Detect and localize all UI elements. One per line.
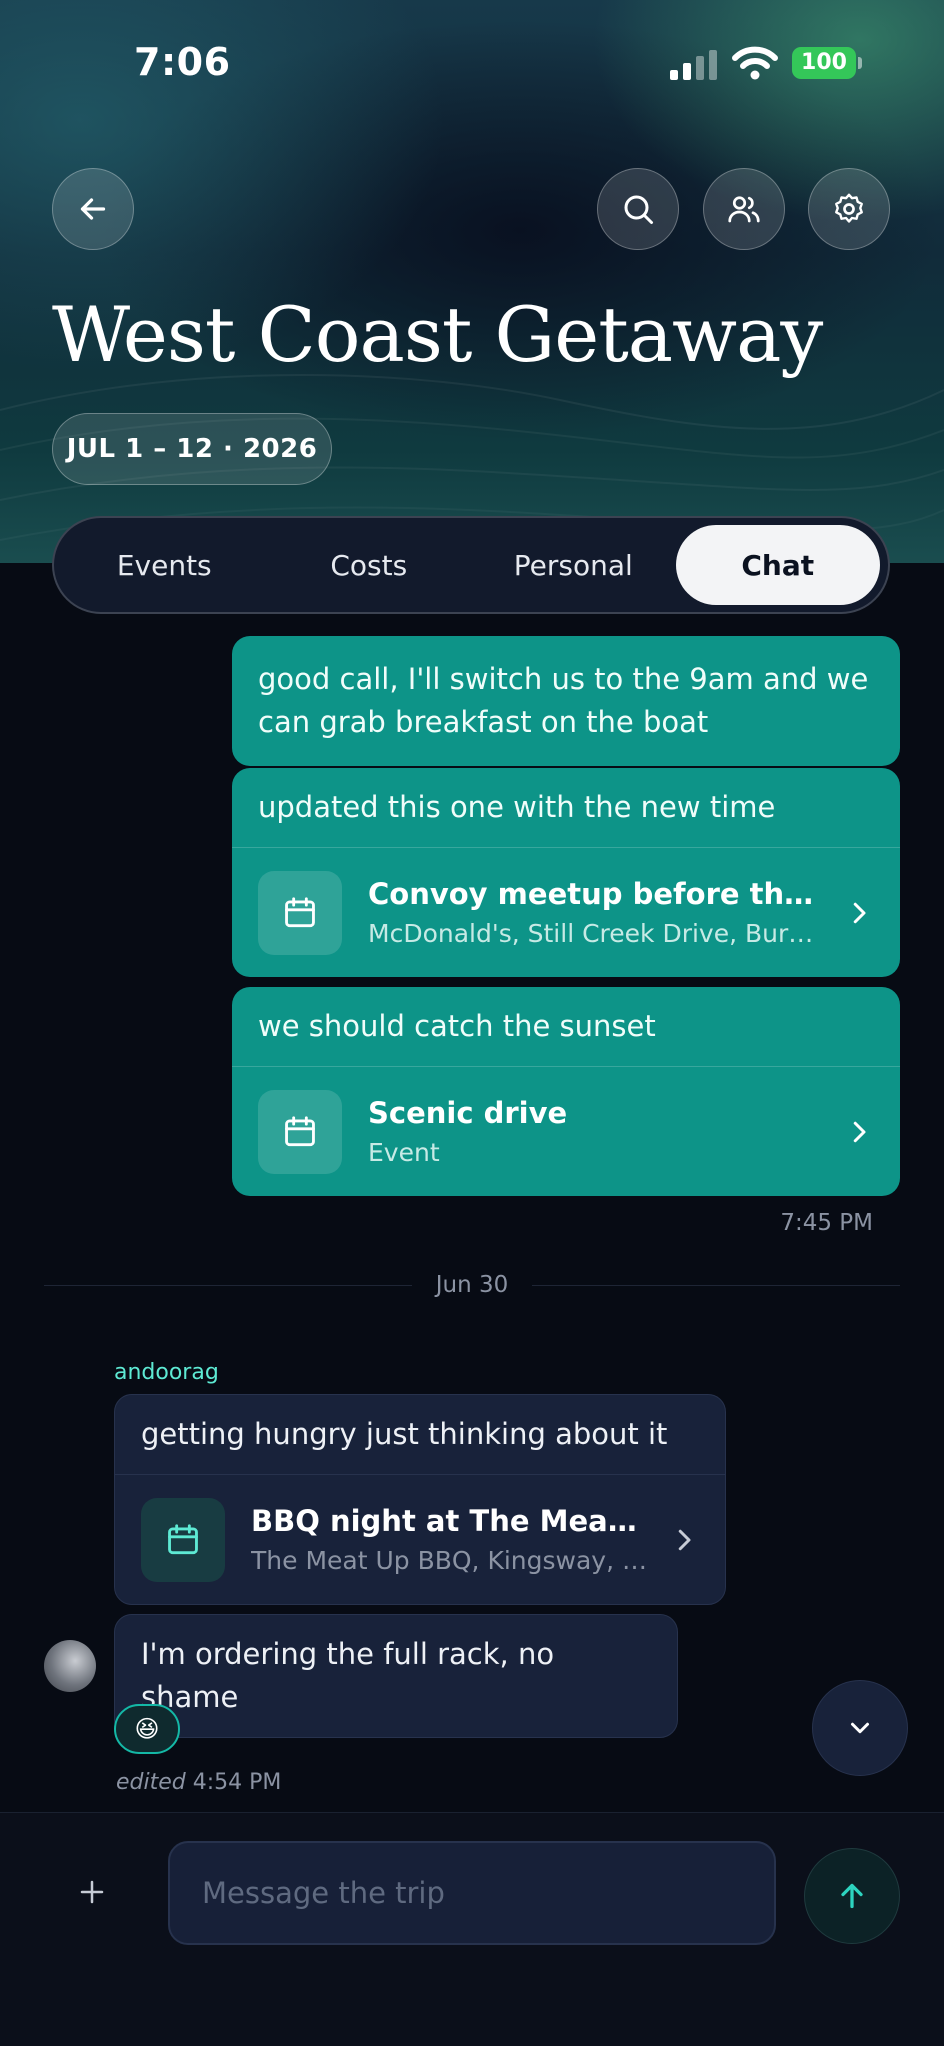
battery-cap	[858, 57, 862, 69]
calendar-icon	[285, 896, 315, 927]
settings-icon	[835, 193, 863, 223]
event-card-title: Scenic drive	[368, 1096, 568, 1130]
calendar-icon-tile	[258, 1089, 342, 1174]
cellular-signal-icon	[670, 50, 717, 80]
date-separator: Jun 30	[44, 1270, 901, 1300]
event-card[interactable]: BBQ night at The Meat … The Meat Up BBQ,…	[115, 1474, 725, 1604]
calendar-icon	[168, 1523, 198, 1554]
status-bar: 7:06 100	[0, 0, 944, 130]
sender-name: andoorag	[114, 1360, 219, 1385]
wifi-icon	[732, 46, 778, 80]
message-timestamp: 7:45 PM	[780, 1210, 873, 1236]
send-button[interactable]	[804, 1848, 900, 1944]
users-icon	[728, 196, 760, 223]
trip-tabs: Events Costs Personal Chat	[52, 516, 890, 614]
outgoing-message[interactable]: good call, I'll switch us to the 9am and…	[232, 636, 900, 766]
message-text: I'm ordering the full rack, no shame	[141, 1637, 555, 1714]
event-card-title: Convoy meetup before the …	[368, 877, 824, 911]
outgoing-message[interactable]: updated this one with the new time Convo…	[232, 768, 900, 977]
search-button[interactable]	[597, 168, 679, 250]
date-separator-label: Jun 30	[435, 1272, 509, 1298]
event-card[interactable]: Convoy meetup before the … McDonald's, S…	[232, 847, 900, 977]
chevron-right-icon	[678, 1529, 691, 1550]
scroll-to-bottom-button[interactable]	[812, 1680, 908, 1776]
message-text: getting hungry just thinking about it	[141, 1417, 668, 1451]
search-icon	[624, 195, 653, 224]
event-card[interactable]: Scenic drive Event	[232, 1066, 900, 1196]
message-text: we should catch the sunset	[258, 1009, 656, 1043]
settings-button[interactable]	[808, 168, 890, 250]
trip-title: West Coast Getaway	[52, 290, 823, 379]
status-time: 7:06	[134, 40, 231, 84]
chevron-right-icon	[853, 902, 866, 923]
plus-icon	[80, 1880, 104, 1904]
event-card-subtitle: Event	[368, 1138, 440, 1167]
event-card-subtitle: McDonald's, Still Creek Drive, Bur…	[368, 919, 814, 948]
avatar[interactable]	[44, 1640, 96, 1692]
tab-personal[interactable]: Personal	[471, 525, 676, 605]
battery-indicator: 100	[792, 47, 856, 79]
edited-time: 4:54 PM	[192, 1770, 282, 1795]
edited-label: edited	[116, 1770, 186, 1795]
calendar-icon	[285, 1115, 315, 1146]
reaction-chip[interactable]: 😆	[114, 1704, 180, 1754]
event-card-subtitle: The Meat Up BBQ, Kingsway, …	[251, 1546, 647, 1575]
tab-chat[interactable]: Chat	[675, 525, 880, 605]
divider	[44, 1284, 412, 1286]
incoming-message[interactable]: getting hungry just thinking about it BB…	[114, 1394, 726, 1605]
event-card-title: BBQ night at The Meat …	[251, 1504, 649, 1538]
message-input[interactable]	[168, 1841, 776, 1945]
message-text: updated this one with the new time	[258, 790, 776, 824]
trip-dates-pill[interactable]: JUL 1 – 12 · 2026	[52, 413, 332, 485]
members-button[interactable]	[703, 168, 785, 250]
calendar-icon-tile	[258, 870, 342, 955]
chevron-right-icon	[853, 1121, 866, 1142]
calendar-icon-tile	[141, 1497, 225, 1582]
tab-costs[interactable]: Costs	[267, 525, 472, 605]
divider	[532, 1284, 901, 1286]
chevron-down-icon	[851, 1722, 869, 1734]
arrow-left-icon	[80, 198, 106, 220]
back-button[interactable]	[52, 168, 134, 250]
incoming-message[interactable]: I'm ordering the full rack, no shame	[114, 1614, 678, 1738]
message-text: good call, I'll switch us to the 9am and…	[258, 662, 869, 739]
arrow-up-icon	[841, 1883, 863, 1909]
tab-events[interactable]: Events	[62, 525, 267, 605]
edited-meta: edited 4:54 PM	[116, 1770, 281, 1795]
attach-button[interactable]	[70, 1870, 114, 1914]
outgoing-message[interactable]: we should catch the sunset Scenic drive …	[232, 987, 900, 1196]
